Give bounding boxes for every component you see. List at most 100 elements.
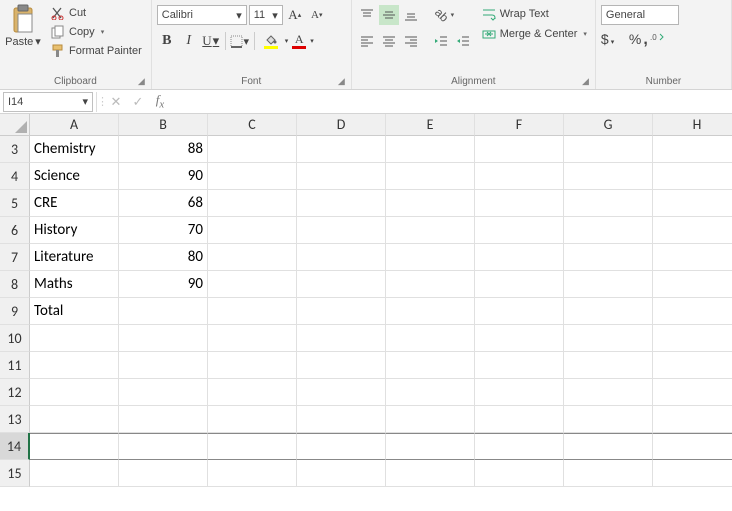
row-header[interactable]: 7 (0, 244, 30, 271)
cell[interactable] (564, 325, 653, 352)
cell[interactable] (475, 379, 564, 406)
increase-indent-button[interactable] (453, 31, 473, 51)
decrease-indent-button[interactable] (431, 31, 451, 51)
cell[interactable] (297, 136, 386, 163)
cell[interactable] (386, 136, 475, 163)
cell[interactable] (475, 217, 564, 244)
cell[interactable] (208, 217, 297, 244)
cell[interactable] (297, 190, 386, 217)
cell[interactable] (653, 163, 732, 190)
cell[interactable] (119, 352, 208, 379)
cell[interactable]: 88 (119, 136, 208, 163)
cell[interactable] (208, 190, 297, 217)
insert-function-button[interactable]: fx (149, 92, 171, 111)
cell[interactable] (30, 325, 119, 352)
cell[interactable] (475, 433, 564, 460)
format-painter-button[interactable]: Format Painter (48, 42, 145, 60)
column-header-C[interactable]: C (208, 114, 297, 136)
cell[interactable] (386, 352, 475, 379)
cell[interactable] (386, 244, 475, 271)
cell[interactable] (653, 460, 732, 487)
align-left-button[interactable] (357, 31, 377, 51)
row-header[interactable]: 6 (0, 217, 30, 244)
cell[interactable] (297, 163, 386, 190)
row-header[interactable]: 11 (0, 352, 30, 379)
cell[interactable]: 68 (119, 190, 208, 217)
number-format-combo[interactable]: General (601, 5, 679, 25)
cell[interactable] (653, 298, 732, 325)
cell[interactable] (208, 433, 297, 460)
cell[interactable]: 70 (119, 217, 208, 244)
decrease-font-button[interactable]: A▾ (307, 5, 327, 25)
cell[interactable] (119, 433, 208, 460)
column-header-H[interactable]: H (653, 114, 732, 136)
cell[interactable] (653, 136, 732, 163)
cell[interactable]: 90 (119, 163, 208, 190)
row-header[interactable]: 10 (0, 325, 30, 352)
cell[interactable]: Maths (30, 271, 119, 298)
cell[interactable] (386, 406, 475, 433)
cell[interactable] (208, 271, 297, 298)
cell[interactable] (297, 460, 386, 487)
cell[interactable] (208, 379, 297, 406)
cell[interactable]: Science (30, 163, 119, 190)
cell[interactable] (208, 460, 297, 487)
wrap-text-button[interactable]: Wrap Text (479, 5, 590, 23)
cell[interactable]: 90 (119, 271, 208, 298)
cell[interactable] (297, 325, 386, 352)
cell[interactable] (386, 433, 475, 460)
cell[interactable] (297, 352, 386, 379)
cell[interactable] (564, 433, 653, 460)
caret-icon[interactable]: ▾ (310, 37, 314, 45)
cell[interactable] (386, 271, 475, 298)
cancel-formula-button[interactable]: ✕ (105, 94, 127, 110)
column-header-D[interactable]: D (297, 114, 386, 136)
cell[interactable] (119, 325, 208, 352)
cell[interactable] (297, 406, 386, 433)
cell[interactable] (208, 298, 297, 325)
increase-decimal-button[interactable]: .0 (650, 31, 664, 49)
cell[interactable]: History (30, 217, 119, 244)
cell[interactable] (30, 460, 119, 487)
cell[interactable] (208, 352, 297, 379)
cell[interactable] (653, 271, 732, 298)
cell[interactable] (475, 460, 564, 487)
cell[interactable] (386, 190, 475, 217)
enter-formula-button[interactable]: ✓ (127, 94, 149, 110)
increase-font-button[interactable]: A▴ (285, 5, 305, 25)
cell[interactable] (297, 433, 386, 460)
row-header[interactable]: 9 (0, 298, 30, 325)
row-header[interactable]: 4 (0, 163, 30, 190)
cell[interactable] (564, 406, 653, 433)
cell[interactable] (475, 406, 564, 433)
cell[interactable] (475, 298, 564, 325)
cell[interactable] (386, 379, 475, 406)
align-right-button[interactable] (401, 31, 421, 51)
comma-format-button[interactable]: , (643, 31, 647, 49)
dialog-launcher-icon[interactable]: ◢ (582, 76, 589, 87)
cell[interactable] (30, 379, 119, 406)
merge-center-button[interactable]: Merge & Center▾ (479, 25, 590, 43)
cell[interactable] (208, 136, 297, 163)
caret-icon[interactable]: ▾ (285, 37, 289, 45)
cell[interactable] (653, 433, 732, 460)
cell[interactable] (564, 379, 653, 406)
cell[interactable] (297, 217, 386, 244)
orientation-button[interactable]: ab▾ (431, 5, 459, 25)
cell[interactable] (564, 352, 653, 379)
cell[interactable] (653, 325, 732, 352)
cell[interactable] (297, 298, 386, 325)
font-color-button[interactable]: A (290, 31, 308, 51)
borders-button[interactable]: ▾ (230, 31, 250, 51)
cell[interactable] (30, 352, 119, 379)
font-name-combo[interactable]: Calibri▾ (157, 5, 247, 25)
cell[interactable] (475, 190, 564, 217)
row-header[interactable]: 5 (0, 190, 30, 217)
bold-button[interactable]: B (157, 31, 177, 51)
paste-button[interactable]: Paste▾ (2, 2, 44, 74)
cut-button[interactable]: Cut (48, 4, 145, 22)
cell[interactable] (564, 190, 653, 217)
align-top-button[interactable] (357, 5, 377, 25)
cell[interactable] (475, 136, 564, 163)
align-center-button[interactable] (379, 31, 399, 51)
